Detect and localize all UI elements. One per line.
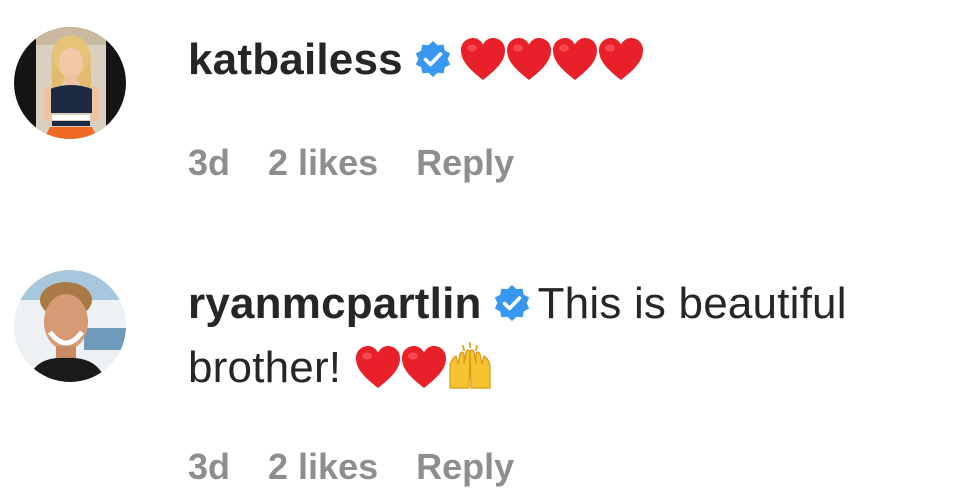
emoji-hearts	[459, 36, 643, 100]
avatar[interactable]	[14, 27, 126, 139]
comment-body: katbailess	[188, 28, 643, 100]
username[interactable]: ryanmcpartlin	[188, 279, 482, 328]
likes-count[interactable]: 2 likes	[268, 142, 378, 183]
comment-meta: 3d 2 likes Reply	[188, 446, 552, 488]
emoji-hearts	[354, 344, 446, 408]
comment-time: 3d	[188, 142, 231, 183]
raising-hands-icon	[446, 342, 494, 390]
red-heart-icon	[459, 36, 507, 82]
red-heart-icon	[354, 344, 402, 390]
verified-badge-icon	[413, 40, 453, 80]
red-heart-icon	[551, 36, 599, 82]
avatar[interactable]	[14, 270, 126, 382]
red-heart-icon	[597, 36, 645, 82]
red-heart-icon	[400, 344, 448, 390]
verified-badge-icon	[492, 284, 532, 324]
reply-button[interactable]: Reply	[416, 142, 514, 183]
reply-button[interactable]: Reply	[416, 446, 514, 487]
username[interactable]: katbailess	[188, 35, 403, 84]
comment-time: 3d	[188, 446, 231, 487]
likes-count[interactable]: 2 likes	[268, 446, 378, 487]
comment-text-line2: brother!	[188, 343, 342, 392]
comment-body: ryanmcpartlin This is beautiful brother!	[188, 272, 847, 408]
red-heart-icon	[505, 36, 553, 82]
comment-text-line1: This is beautiful	[537, 279, 847, 328]
comment-meta: 3d 2 likes Reply	[188, 142, 552, 184]
